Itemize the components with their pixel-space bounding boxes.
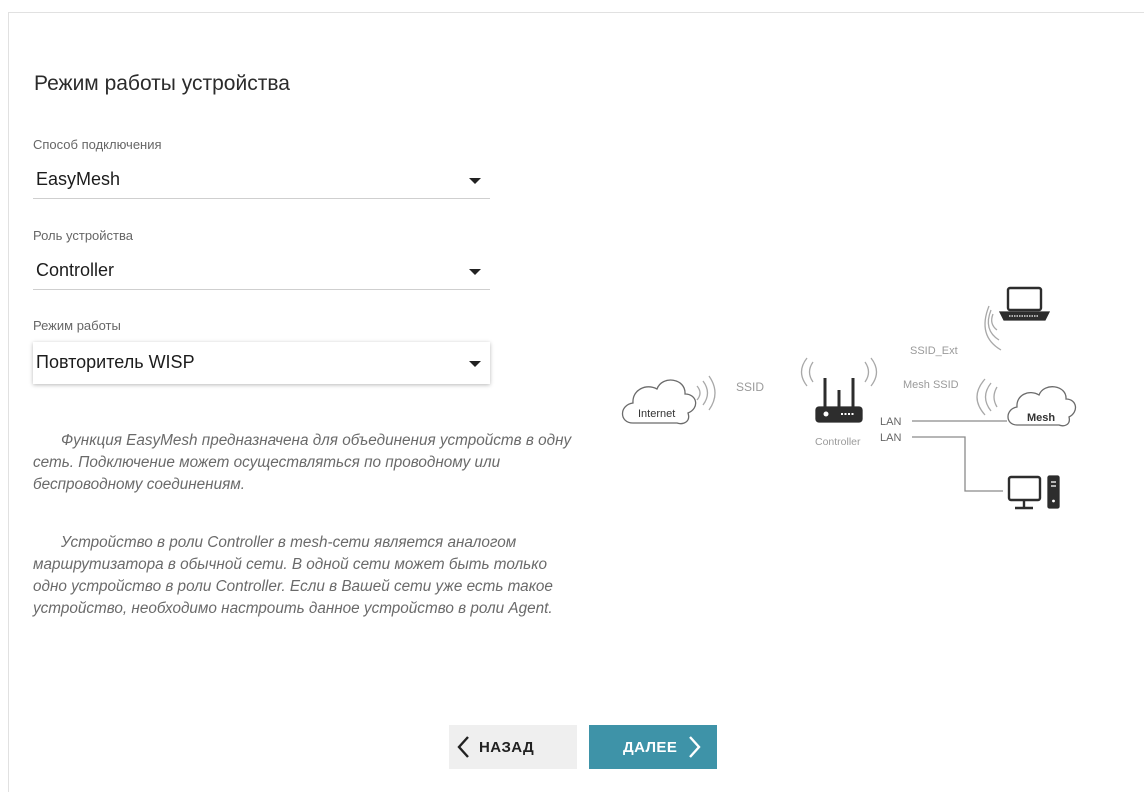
mode-value: Повторитель WISP <box>36 352 195 372</box>
mode-field: Режим работы Повторитель WISP <box>33 318 490 384</box>
page-title: Режим работы устройства <box>34 72 290 96</box>
description-paragraph-1: Функция EasyMesh предназначена для объед… <box>33 432 572 493</box>
ssid-label: SSID <box>736 380 764 394</box>
back-button[interactable]: НАЗАД <box>449 725 577 769</box>
role-field: Роль устройства Controller <box>33 228 490 290</box>
chevron-down-icon <box>469 268 481 275</box>
mesh-label: Mesh <box>1027 412 1055 424</box>
role-select[interactable]: Controller <box>33 252 490 290</box>
mode-select[interactable]: Повторитель WISP <box>33 342 490 384</box>
chevron-down-icon <box>469 177 481 184</box>
lan-label-2: LAN <box>880 432 901 444</box>
connection-label: Способ подключения <box>33 137 162 152</box>
connection-select[interactable]: EasyMesh <box>33 161 490 199</box>
laptop-icon <box>998 286 1051 321</box>
network-diagram: Internet SSID Controller SSID_Ext Mesh S… <box>621 286 1077 510</box>
mesh-ssid-label: Mesh SSID <box>903 379 959 391</box>
desktop-icon <box>1007 475 1060 510</box>
lan-label-1: LAN <box>880 416 901 428</box>
ssid-ext-label: SSID_Ext <box>910 345 958 357</box>
chevron-right-icon <box>689 736 701 758</box>
router-icon <box>800 357 878 423</box>
connection-field: Способ подключения EasyMesh <box>33 137 490 199</box>
chevron-down-icon <box>469 361 481 367</box>
description-paragraph-2: Устройство в роли Controller в mesh-сети… <box>33 534 553 617</box>
wifi-arcs-icon <box>696 375 716 411</box>
back-button-label: НАЗАД <box>479 738 535 756</box>
connection-value: EasyMesh <box>36 169 121 189</box>
role-label: Роль устройства <box>33 228 133 243</box>
next-button-label: ДАЛЕЕ <box>623 738 678 756</box>
chevron-left-icon <box>457 736 469 758</box>
role-value: Controller <box>36 260 115 280</box>
mode-label: Режим работы <box>33 318 121 333</box>
wifi-arcs-icon <box>976 378 998 416</box>
wifi-arcs-icon <box>984 305 1002 351</box>
internet-label: Internet <box>638 408 675 420</box>
next-button[interactable]: ДАЛЕЕ <box>589 725 717 769</box>
controller-label: Controller <box>815 436 861 448</box>
